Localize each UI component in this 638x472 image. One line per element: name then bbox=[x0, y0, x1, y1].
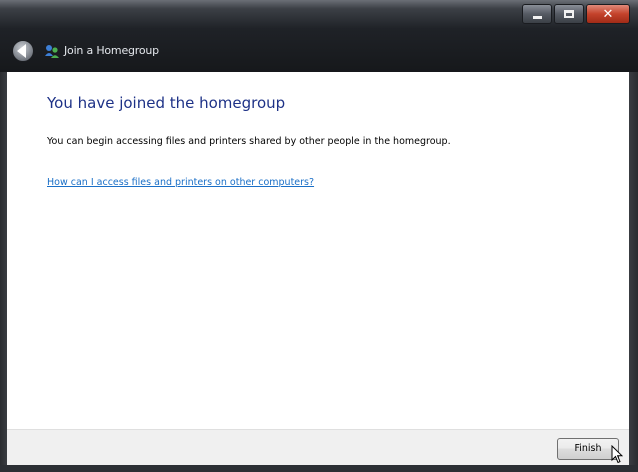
description-text: You can begin accessing files and printe… bbox=[47, 136, 451, 147]
page-title: You have joined the homegroup bbox=[47, 94, 286, 112]
close-button[interactable]: ✕ bbox=[586, 4, 630, 24]
window-title: Join a Homegroup bbox=[64, 44, 159, 57]
minimize-button[interactable] bbox=[522, 4, 552, 24]
back-arrow-icon bbox=[17, 44, 26, 58]
window-frame-left bbox=[0, 72, 7, 472]
command-bar: Finish bbox=[7, 429, 629, 465]
title-bar: ✕ Join a Homegroup bbox=[0, 0, 638, 72]
maximize-icon bbox=[564, 10, 574, 18]
wizard-window: ✕ Join a Homegroup You have joined the h… bbox=[0, 0, 638, 472]
wizard-content: You have joined the homegroup You can be… bbox=[7, 72, 629, 429]
close-icon: ✕ bbox=[602, 6, 614, 22]
mouse-pointer-icon bbox=[611, 445, 623, 464]
finish-button[interactable]: Finish bbox=[557, 438, 619, 460]
window-frame-bottom bbox=[0, 465, 638, 472]
help-link[interactable]: How can I access files and printers on o… bbox=[47, 177, 314, 188]
caption-buttons: ✕ bbox=[522, 4, 630, 26]
maximize-button[interactable] bbox=[554, 4, 584, 24]
window-frame-right bbox=[629, 72, 638, 472]
minimize-icon bbox=[533, 16, 542, 19]
homegroup-icon bbox=[45, 45, 59, 58]
back-button[interactable] bbox=[12, 40, 34, 62]
